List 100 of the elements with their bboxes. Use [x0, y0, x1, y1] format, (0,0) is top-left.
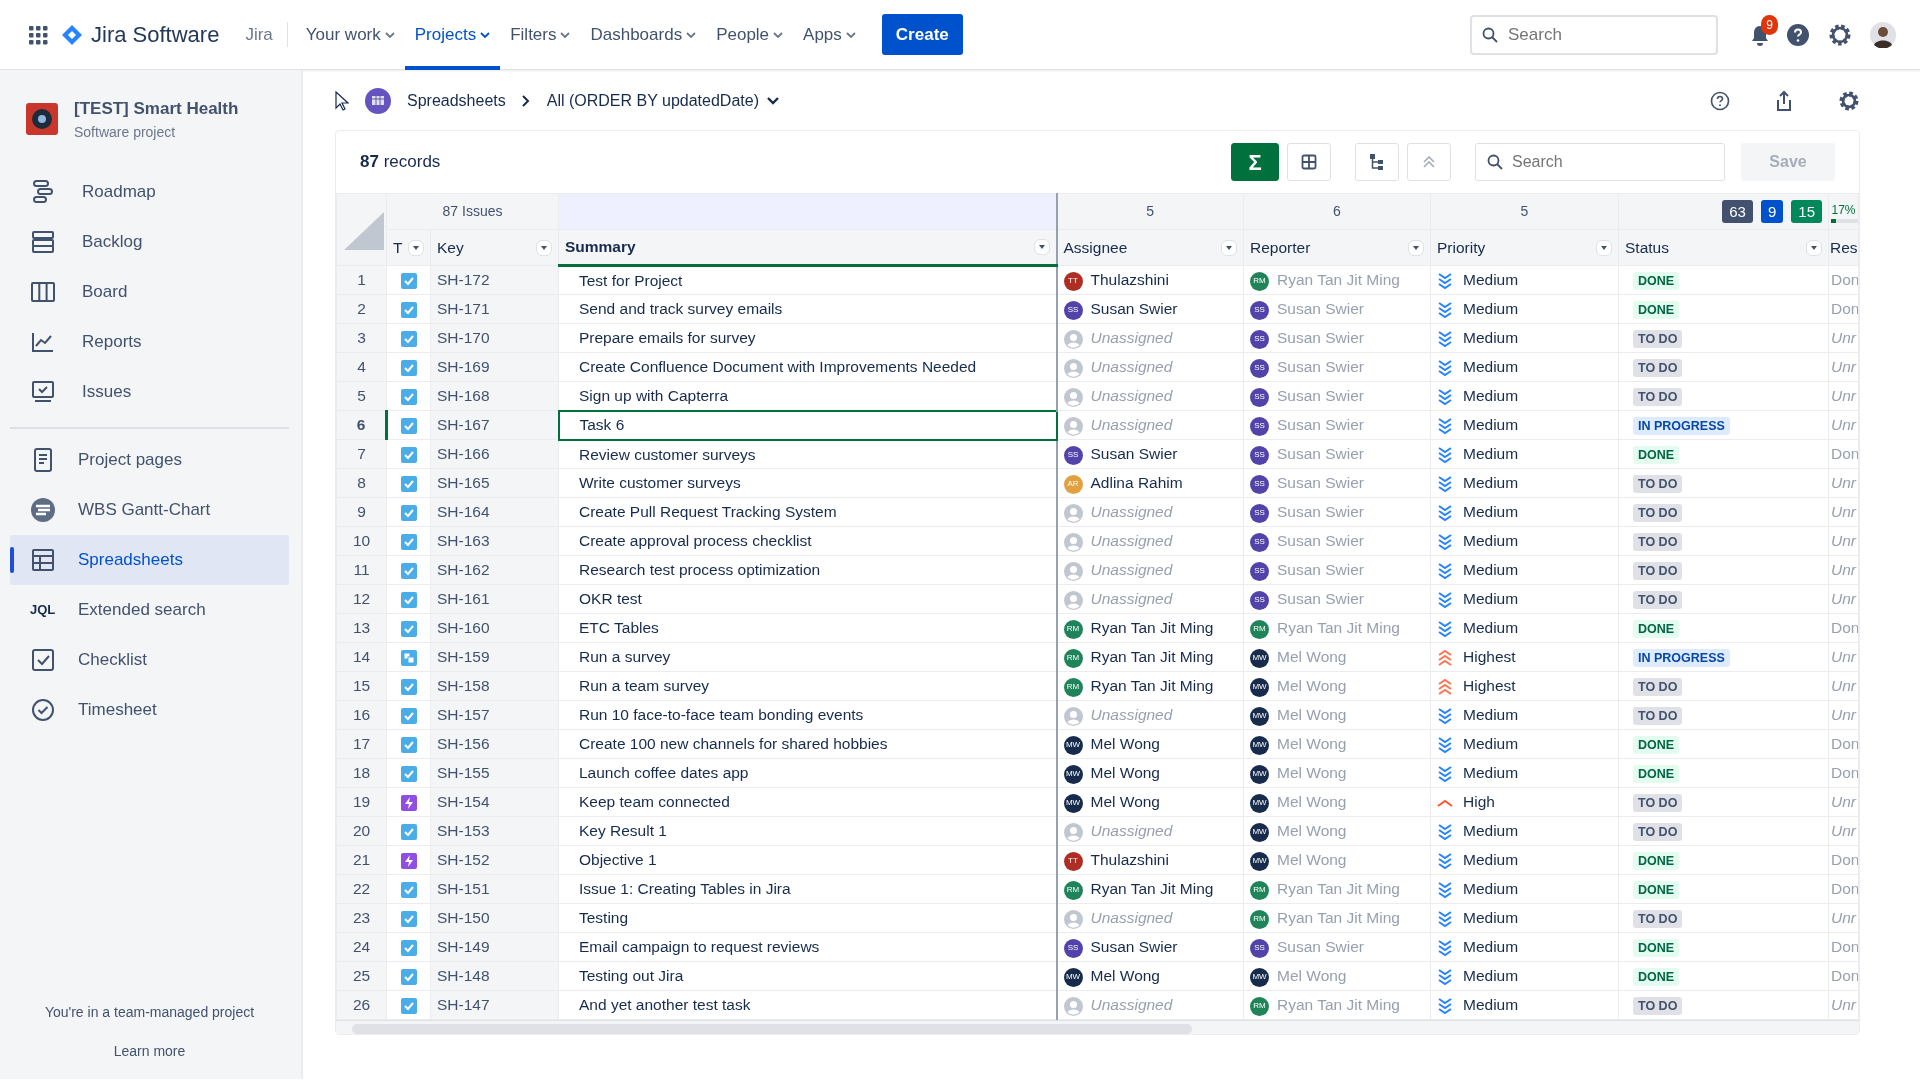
column-header[interactable]: T	[393, 235, 403, 260]
assignee-name: Unassigned	[1090, 387, 1173, 405]
avatar-initials: MW	[1250, 793, 1269, 813]
help-icon[interactable]	[1786, 22, 1810, 47]
nav-menu[interactable]: Projects	[404, 0, 501, 70]
resolution-cell: Unr	[1828, 352, 1859, 382]
summary-cell[interactable]: ETC Tables	[558, 613, 1057, 643]
summary-cell[interactable]: Objective 1	[558, 845, 1057, 875]
filter-button[interactable]	[1596, 239, 1612, 256]
breadcrumb-link[interactable]: Spreadsheets	[407, 89, 506, 113]
column-header[interactable]: Status	[1625, 235, 1669, 260]
resolution-cell: Don	[1828, 265, 1859, 295]
grid-view-button[interactable]	[1287, 143, 1331, 181]
sidebar-item[interactable]: Issues	[10, 366, 289, 417]
column-header[interactable]: Key	[437, 235, 464, 260]
checkbox-icon	[400, 389, 417, 406]
priority-label: Medium	[1463, 474, 1519, 492]
share-icon[interactable]	[1774, 90, 1794, 112]
column-header[interactable]: Summary	[565, 235, 636, 259]
product-name[interactable]: Jira Software	[91, 18, 220, 51]
summary-cell[interactable]: Create Confluence Document with Improvements Needed	[558, 352, 1057, 382]
priority-label: Medium	[1463, 271, 1519, 289]
summary-cell[interactable]: Test for Project	[558, 265, 1057, 295]
assignee-name: Unassigned	[1090, 996, 1173, 1014]
search-field[interactable]: Search	[1475, 143, 1725, 181]
avatar-icon	[1063, 358, 1083, 378]
horizontal-scrollbar[interactable]	[336, 1020, 1859, 1034]
avatar-initials: RM	[1250, 996, 1269, 1016]
filter-button[interactable]	[408, 239, 424, 256]
summary-cell[interactable]: Task 6	[558, 410, 1057, 440]
settings-icon[interactable]	[1838, 90, 1860, 112]
status-count: 9	[1760, 199, 1784, 223]
sidebar-item[interactable]: Timesheet	[10, 684, 289, 735]
sidebar-item[interactable]: Backlog	[10, 216, 289, 267]
nav-menu[interactable]: Filters	[500, 0, 581, 70]
person-name: Susan Swier	[1277, 329, 1364, 347]
filter-button[interactable]	[1033, 239, 1050, 255]
filter-button[interactable]	[1408, 239, 1424, 256]
summary-cell: 5	[1056, 193, 1244, 230]
summary-cell[interactable]: Research test process optimization	[558, 555, 1057, 585]
status-lozenge: TO DO	[1633, 997, 1683, 1016]
site-name[interactable]: Jira	[231, 21, 288, 48]
summary-cell[interactable]: OKR test	[558, 584, 1057, 614]
learn-more-link[interactable]: Learn more	[113, 1043, 186, 1059]
sidebar-item[interactable]: Checklist	[10, 634, 289, 685]
issue-key: SH-165	[430, 468, 559, 498]
filter-button[interactable]	[1221, 239, 1237, 256]
create-button[interactable]: Create	[881, 13, 963, 56]
resolution-cell: Don	[1828, 961, 1859, 991]
avatar-initials: SS	[1063, 938, 1083, 958]
summary-cell[interactable]: Testing out Jira	[558, 961, 1057, 991]
resolution-cell: Unr	[1828, 323, 1859, 353]
avatar-icon[interactable]	[1870, 21, 1896, 48]
summary-cell[interactable]: Run a team survey	[558, 671, 1057, 701]
filter-button[interactable]	[1806, 239, 1822, 256]
summary-cell[interactable]: Key Result 1	[558, 816, 1057, 846]
nav-menu[interactable]: People	[706, 0, 794, 70]
summary-cell[interactable]: Issue 1: Creating Tables in Jira	[558, 874, 1057, 904]
row-number: 9	[336, 497, 387, 527]
person-name: Susan Swier	[1277, 938, 1364, 956]
summary-cell[interactable]: Prepare emails for survey	[558, 323, 1057, 353]
avatar-initials: SS	[1250, 532, 1269, 552]
row-number: 5	[336, 381, 387, 411]
search-field[interactable]: Search	[1470, 14, 1718, 55]
sum-button[interactable]: Σ	[1231, 143, 1279, 181]
triple-chevron-down-icon	[1437, 533, 1453, 552]
summary-cell[interactable]: Testing	[558, 903, 1057, 933]
status-lozenge: DONE	[1633, 881, 1680, 900]
settings-icon[interactable]	[1828, 22, 1852, 47]
summary-cell[interactable]: Create Pull Request Tracking System	[558, 497, 1057, 527]
sidebar-item[interactable]: JQL Extended search	[10, 584, 289, 635]
nav-menu[interactable]: Dashboards	[580, 0, 707, 70]
sidebar-item[interactable]: Spreadsheets	[10, 534, 289, 585]
sidebar-item[interactable]: Reports	[10, 316, 289, 367]
summary-cell[interactable]: Email campaign to request reviews	[558, 932, 1057, 962]
person-name: Mel Wong	[1090, 793, 1160, 811]
summary-cell[interactable]: Send and track survey emails	[558, 294, 1057, 324]
sidebar-item[interactable]: Roadmap	[10, 166, 289, 217]
hierarchy-button[interactable]	[1355, 143, 1399, 181]
avatar-initials: RM	[1250, 271, 1269, 291]
view-selector[interactable]: All (ORDER BY updatedDate)	[545, 88, 780, 114]
summary-cell[interactable]: Run 10 face-to-face team bonding events	[558, 700, 1057, 730]
sidebar-item[interactable]: Board	[10, 266, 289, 317]
summary-cell[interactable]: Launch coffee dates app	[558, 758, 1057, 788]
caret-icon	[767, 97, 779, 105]
issue-key: SH-149	[430, 932, 559, 962]
nav-menu[interactable]: Apps	[793, 0, 866, 70]
summary-cell[interactable]: Write customer surveys	[558, 468, 1057, 498]
nav-menu[interactable]: Your work	[295, 0, 405, 70]
column-header[interactable]: Priority	[1437, 235, 1486, 260]
sidebar-item[interactable]: Project pages	[10, 434, 289, 485]
sidebar-item[interactable]: WBS Gantt-Chart	[10, 484, 289, 535]
summary-cell[interactable]: Review customer surveys	[558, 439, 1057, 469]
help-icon[interactable]	[1710, 91, 1730, 111]
summary-cell[interactable]: Keep team connected	[558, 787, 1057, 817]
summary-cell[interactable]: Run a survey	[558, 642, 1057, 672]
status-lozenge: TO DO	[1633, 533, 1683, 552]
summary-cell[interactable]: Create approval process checklist	[558, 526, 1057, 556]
summary-cell[interactable]: Create 100 new channels for shared hobbies	[558, 729, 1057, 759]
filter-button[interactable]	[536, 239, 552, 256]
